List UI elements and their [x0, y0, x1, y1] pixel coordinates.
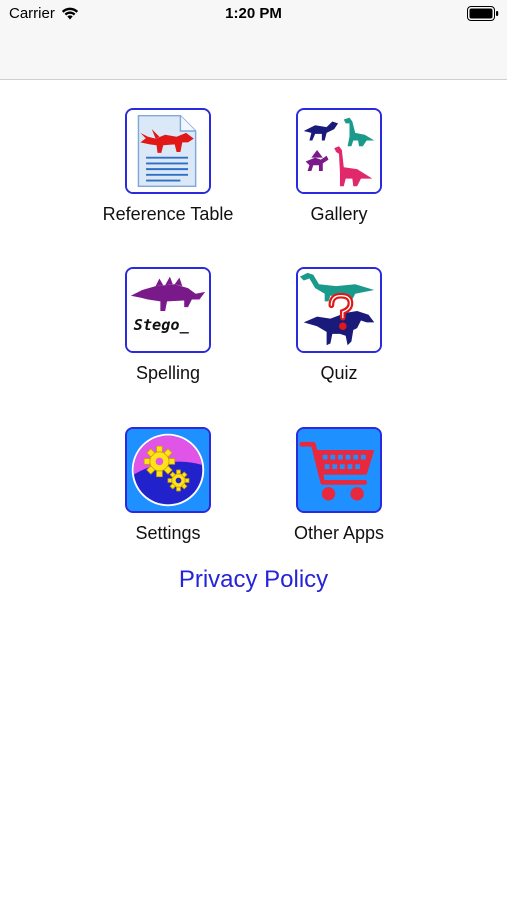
stegosaurus-spelling-icon: Stego_: [127, 269, 209, 351]
reference-table-button[interactable]: Reference Table: [83, 108, 253, 225]
other-apps-label: Other Apps: [293, 523, 385, 543]
gallery-tile[interactable]: [296, 108, 382, 194]
spelling-tile[interactable]: Stego_: [125, 267, 211, 353]
spelling-icon-text: Stego_: [134, 316, 190, 334]
status-bar: Carrier 1:20 PM: [0, 0, 507, 28]
spelling-button[interactable]: Stego_ Spelling: [83, 267, 253, 384]
spelling-label: Spelling: [135, 363, 201, 383]
quiz-tile[interactable]: [296, 267, 382, 353]
gallery-button[interactable]: Gallery: [254, 108, 424, 225]
dinosaur-collage-icon: [298, 110, 380, 192]
settings-tile[interactable]: [125, 427, 211, 513]
other-apps-tile[interactable]: [296, 427, 382, 513]
gears-icon: [127, 429, 209, 511]
reference-table-tile[interactable]: [125, 108, 211, 194]
quiz-label: Quiz: [320, 363, 358, 383]
quiz-button[interactable]: Quiz: [254, 267, 424, 384]
document-dinosaur-icon: [127, 110, 209, 192]
clock: 1:20 PM: [225, 5, 282, 22]
settings-button[interactable]: Settings: [83, 427, 253, 544]
gallery-label: Gallery: [310, 204, 368, 224]
battery-icon: [467, 6, 499, 21]
settings-label: Settings: [135, 523, 201, 543]
other-apps-button[interactable]: Other Apps: [254, 427, 424, 544]
navigation-bar: [0, 28, 507, 80]
privacy-policy-link[interactable]: Privacy Policy: [0, 566, 507, 594]
shopping-cart-icon: [298, 429, 380, 511]
reference-table-label: Reference Table: [102, 204, 234, 224]
quiz-dinosaur-question-icon: [298, 269, 380, 351]
